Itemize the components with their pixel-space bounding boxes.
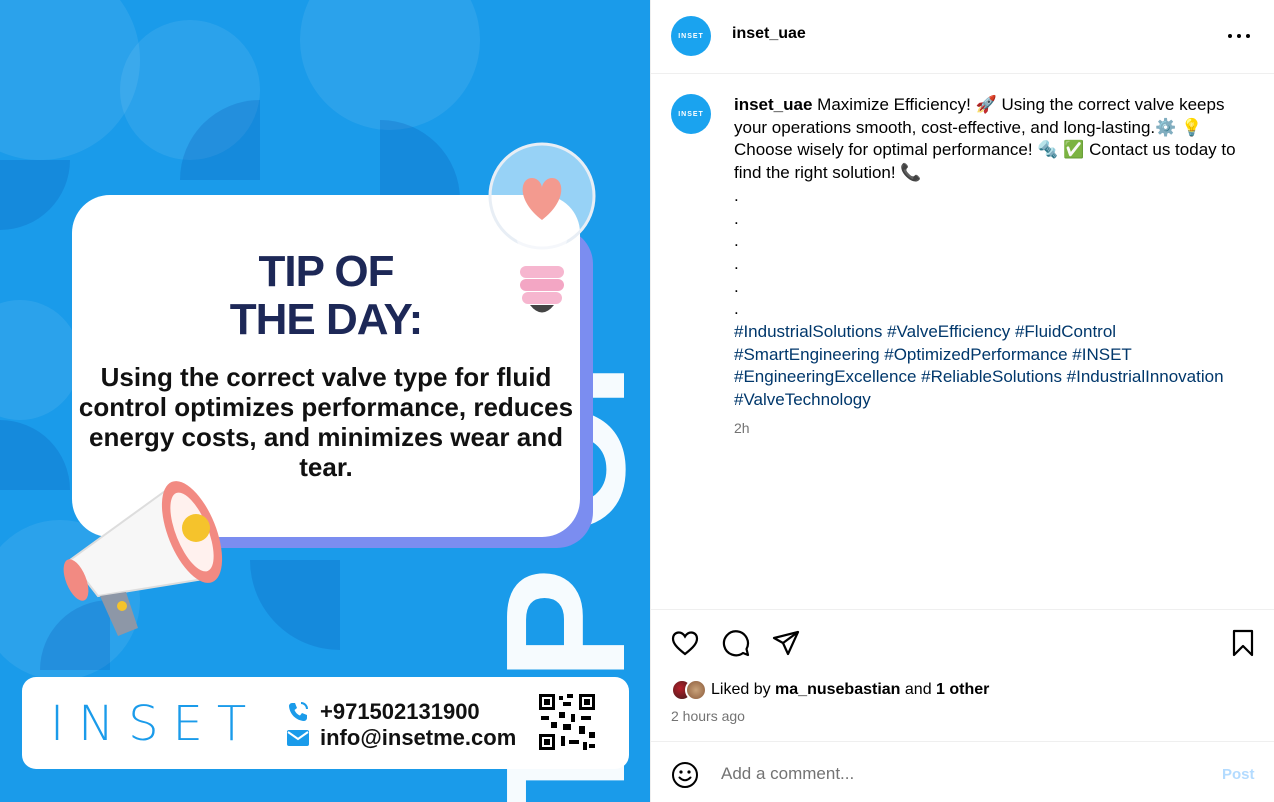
- action-bar: [651, 609, 1274, 671]
- post-comment-button[interactable]: Post: [1222, 766, 1255, 783]
- phone-row: +971502131900: [286, 699, 480, 725]
- qr-code-icon: [537, 692, 597, 752]
- likes-row: Liked by ma_nusebastian and 1 other: [671, 678, 989, 702]
- phone-icon: [289, 702, 308, 721]
- comment-icon[interactable]: [721, 628, 751, 658]
- caption-time[interactable]: 2h: [734, 420, 750, 436]
- more-dot: [1237, 34, 1241, 38]
- tip-body: Using the correct valve type for fluid c…: [78, 362, 574, 482]
- bookmark-icon[interactable]: [1228, 628, 1258, 658]
- caption-dot: .: [734, 231, 739, 251]
- more-dot: [1246, 34, 1250, 38]
- comment-bar: Post: [651, 741, 1274, 802]
- heart-icon[interactable]: [670, 628, 700, 658]
- share-icon[interactable]: [771, 628, 801, 658]
- phone-number: +971502131900: [320, 699, 480, 724]
- caption-dot: .: [734, 208, 739, 228]
- lightbulb-heart-icon: [488, 142, 596, 313]
- mail-icon: [287, 730, 309, 746]
- email-row: info@insetme.com: [286, 725, 516, 751]
- post-detail-panel: INSET inset_uae INSET inset_uae Maximize…: [650, 0, 1274, 802]
- comment-input[interactable]: [721, 764, 1191, 784]
- more-options-button[interactable]: [1226, 24, 1252, 48]
- brand-logo: INSET: [50, 696, 261, 752]
- email-address: info@insetme.com: [320, 725, 517, 750]
- avatar[interactable]: INSET: [671, 16, 711, 56]
- more-horizontal-icon: [1228, 34, 1232, 38]
- caption-username[interactable]: inset_uae: [734, 95, 812, 114]
- likes-others[interactable]: 1 other: [936, 681, 989, 698]
- megaphone-icon: [63, 481, 223, 636]
- caption-avatar[interactable]: INSET: [671, 94, 711, 134]
- smiley-icon[interactable]: [671, 761, 699, 789]
- likes-text[interactable]: Liked by ma_nusebastian and 1 other: [711, 681, 989, 699]
- likes-user[interactable]: ma_nusebastian: [775, 681, 900, 698]
- header-username[interactable]: inset_uae: [732, 25, 806, 43]
- post-image[interactable]: TIP OF THE DAY TIP OF THE DAY: Using the…: [0, 0, 650, 802]
- caption-dot: .: [734, 253, 739, 273]
- caption-dot: .: [734, 299, 739, 319]
- liker-avatar[interactable]: [685, 679, 707, 701]
- caption: inset_uae Maximize Efficiency! 🚀 Using t…: [734, 94, 1244, 412]
- caption-dot: .: [734, 185, 739, 205]
- likes-middle: and: [904, 681, 932, 698]
- caption-dot: .: [734, 276, 739, 296]
- caption-hashtags[interactable]: #IndustrialSolutions #ValveEfficiency #F…: [734, 322, 1224, 409]
- post-time[interactable]: 2 hours ago: [671, 708, 745, 724]
- post-header: INSET inset_uae: [651, 0, 1274, 74]
- likes-prefix: Liked by: [711, 681, 771, 698]
